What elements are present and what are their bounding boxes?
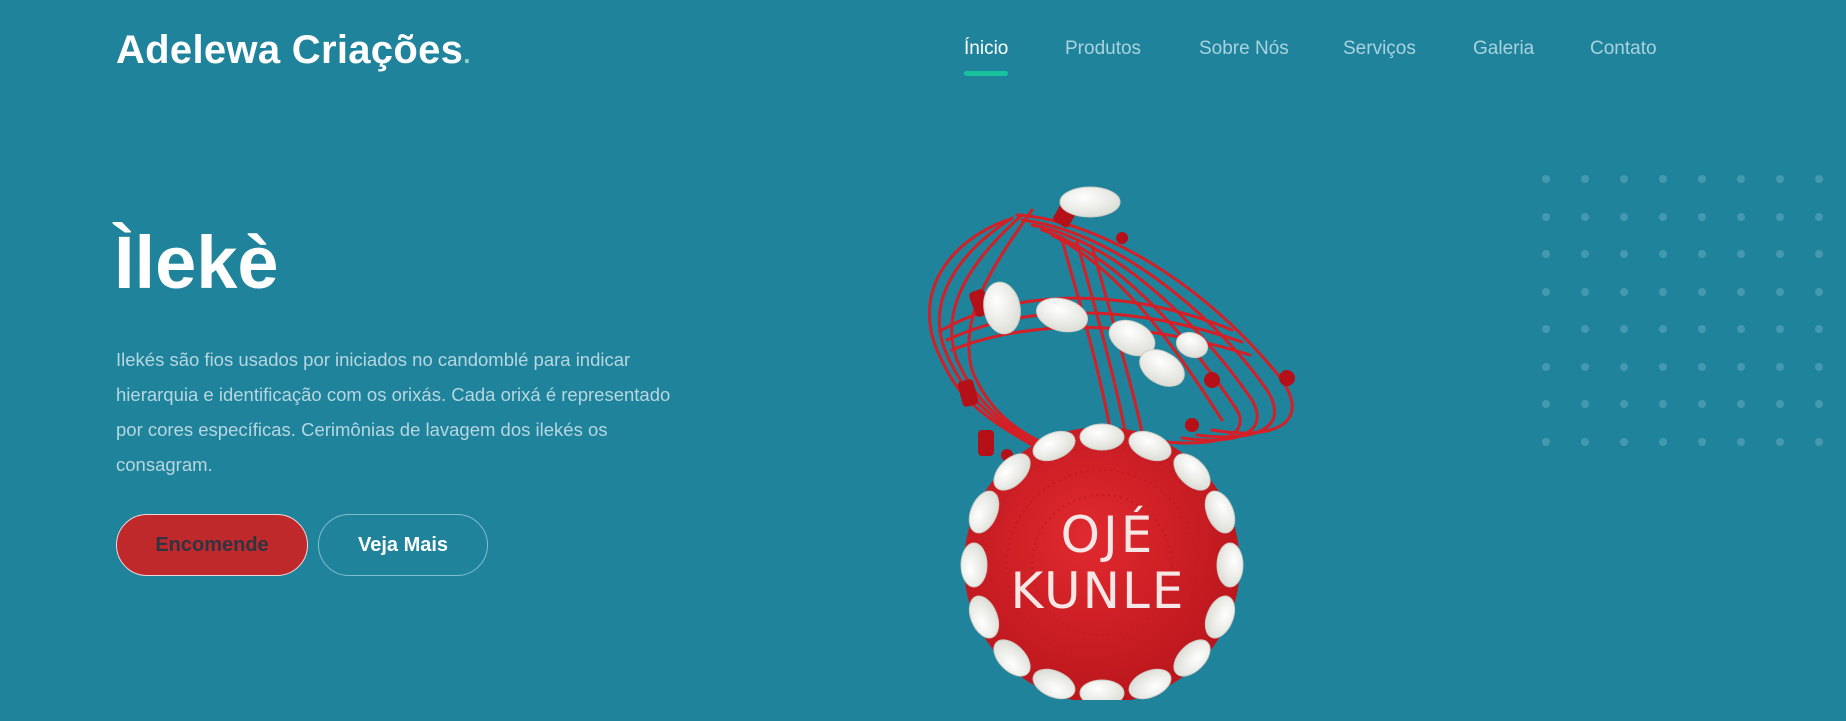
hero-description: Ilekés são fios usados por iniciados no … [116,349,671,475]
decorative-dot-grid [1542,175,1823,446]
nav-active-indicator [964,71,1008,76]
nav-item-produtos[interactable]: Produtos [1065,36,1141,62]
nav-item-inicio[interactable]: Ínicio [964,36,1008,62]
nav-item-contato[interactable]: Contato [1590,36,1657,62]
medallion-text-line1: OJÉ [1061,505,1156,564]
main-nav: Ínicio Produtos Sobre Nós Serviços Galer… [0,36,1846,80]
site-header: Adelewa Criações. Ínicio Produtos Sobre … [0,0,1846,100]
nav-item-galeria[interactable]: Galeria [1473,36,1534,62]
see-more-button[interactable]: Veja Mais [318,514,488,576]
product-image: OJÉ KUNLE [927,186,1295,700]
nav-item-sobre-nos[interactable]: Sobre Nós [1199,36,1289,62]
order-button[interactable]: Encomende [116,514,308,576]
medallion-text-line2: KUNLE [1011,562,1186,620]
hero-title: Ìlekè [114,221,279,304]
nav-item-servicos[interactable]: Serviços [1343,36,1416,62]
beaded-medallion: OJÉ KUNLE [960,423,1244,700]
